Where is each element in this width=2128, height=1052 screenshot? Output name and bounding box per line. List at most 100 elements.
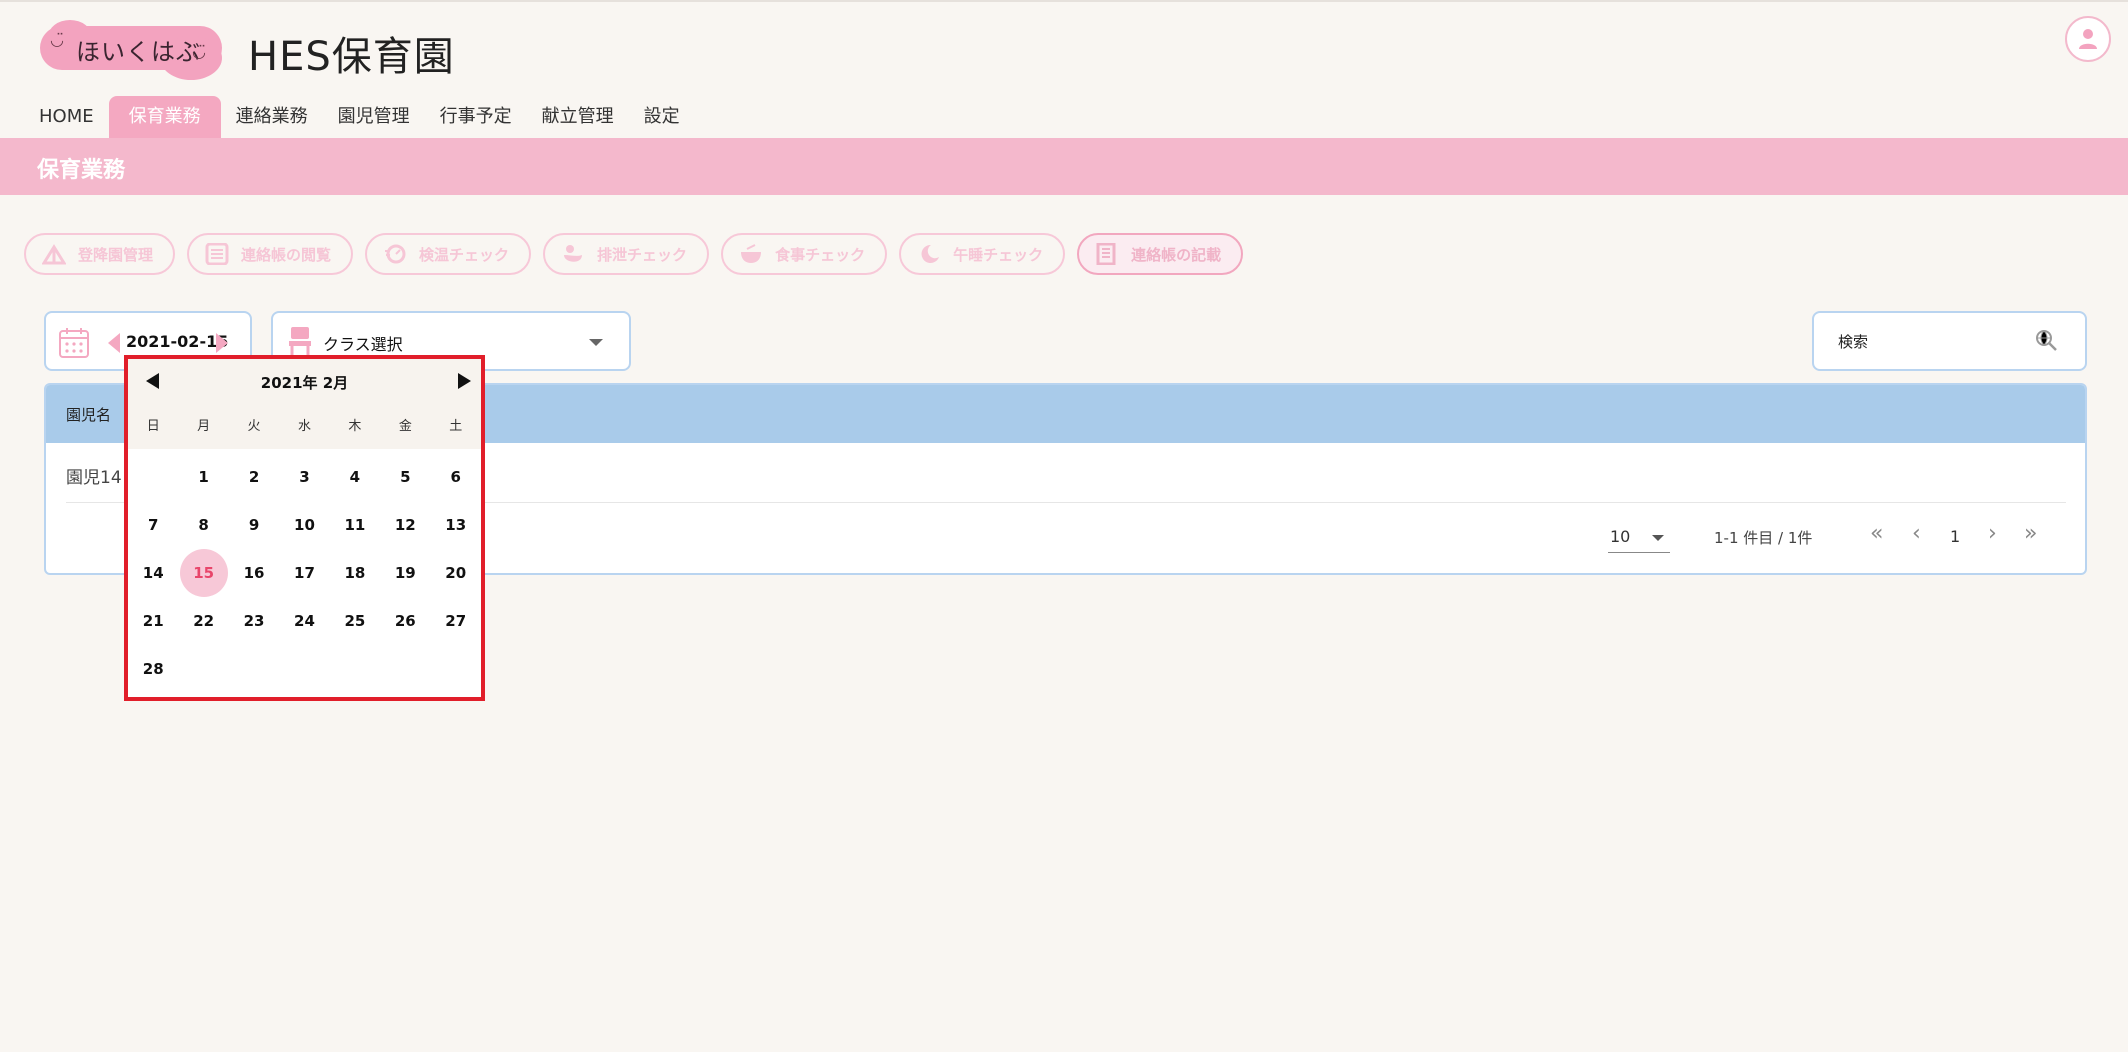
logo-smile-left: ◡̈ [50, 30, 64, 49]
day-number: 2 [248, 468, 260, 486]
nav-tab-settings[interactable]: 設定 [629, 96, 695, 138]
day-cell[interactable]: 13 [431, 501, 481, 549]
empty-day-cell [229, 645, 279, 693]
nav-tab-menu[interactable]: 献立管理 [527, 96, 629, 138]
day-cell[interactable]: 19 [380, 549, 430, 597]
action-label: 連絡帳の閲覧 [241, 245, 332, 264]
next-month-arrow-icon[interactable] [458, 373, 471, 389]
list-icon [205, 243, 229, 265]
day-cell[interactable]: 25 [330, 597, 380, 645]
prev-page-icon[interactable]: ‹ [1912, 521, 1921, 546]
day-number: 28 [142, 660, 164, 678]
thermometer-icon [385, 244, 406, 264]
nav-tab-children[interactable]: 園児管理 [323, 96, 425, 138]
day-cell[interactable]: 8 [178, 501, 228, 549]
day-cell[interactable]: 21 [128, 597, 178, 645]
day-cell[interactable]: 11 [330, 501, 380, 549]
selected-day-cell[interactable]: 15 [178, 549, 228, 597]
day-number: 12 [394, 516, 416, 534]
picker-day-grid: 1 2 3 4 5 6 7 8 9 10 11 12 13 14 15 16 17 18 19 20 21 22 23 24 2… [128, 453, 481, 693]
chevron-down-icon [1652, 535, 1664, 541]
attendance-button[interactable]: 登降園管理 [24, 233, 176, 275]
day-cell[interactable]: 10 [279, 501, 329, 549]
pagination-range: 1-1 件目 / 1件 [1714, 529, 1813, 547]
selected-date-value[interactable]: 2021-02-15 [126, 332, 228, 351]
day-cell[interactable]: 2 [229, 453, 279, 501]
day-cell[interactable]: 7 [128, 501, 178, 549]
day-number: 24 [294, 612, 315, 630]
day-cell[interactable]: 17 [279, 549, 329, 597]
per-page-value: 10 [1610, 527, 1631, 546]
main-nav: HOME 保育業務 連絡業務 園児管理 行事予定 献立管理 設定 [24, 96, 695, 138]
next-page-icon[interactable]: › [1988, 521, 1997, 546]
current-page[interactable]: 1 [1950, 527, 1960, 546]
calendar-icon [59, 328, 89, 358]
day-cell[interactable]: 22 [178, 597, 228, 645]
day-cell[interactable]: 18 [330, 549, 380, 597]
per-page-select[interactable]: 10 [1608, 523, 1670, 553]
empty-day-cell [330, 645, 380, 693]
day-number: 25 [344, 612, 366, 630]
first-page-icon[interactable]: « [1870, 521, 1883, 546]
nav-tab-events[interactable]: 行事予定 [425, 96, 527, 138]
weekday-label: 火 [247, 419, 261, 434]
day-cell[interactable]: 23 [229, 597, 279, 645]
day-cell[interactable]: 12 [380, 501, 430, 549]
day-cell[interactable]: 1 [178, 453, 228, 501]
day-cell[interactable]: 24 [279, 597, 329, 645]
day-number: 11 [344, 516, 366, 534]
duck-icon [564, 245, 583, 262]
day-cell[interactable]: 4 [330, 453, 380, 501]
class-select-label: クラス選択 [323, 335, 403, 354]
toilet-check-button[interactable]: 排泄チェック [543, 233, 710, 275]
action-label: 検温チェック [419, 245, 510, 264]
day-cell[interactable]: 5 [380, 453, 430, 501]
picker-week-row: 7 8 9 10 11 12 13 [128, 501, 481, 549]
day-number: 22 [193, 612, 215, 630]
nav-tab-childcare[interactable]: 保育業務 [108, 96, 221, 138]
action-bar: 登降園管理 連絡帳の閲覧 検温チェック 排泄チェック 食事チェック 午睡チェック… [24, 233, 1244, 275]
last-page-icon[interactable]: » [2024, 521, 2037, 546]
column-header-child-name[interactable]: 園児名 [66, 404, 111, 425]
day-cell[interactable]: 16 [229, 549, 279, 597]
nav-tab-communication[interactable]: 連絡業務 [221, 96, 323, 138]
search-input[interactable] [1838, 331, 2018, 353]
day-cell[interactable]: 20 [431, 549, 481, 597]
day-cell[interactable]: 6 [431, 453, 481, 501]
picker-month-label: 2021年 2月 [260, 374, 349, 392]
weekday-label: 土 [449, 419, 463, 434]
empty-day-cell [279, 645, 329, 693]
site-title: HES保育園 [248, 34, 455, 80]
day-cell[interactable]: 27 [431, 597, 481, 645]
day-cell[interactable]: 3 [279, 453, 329, 501]
next-day-arrow-icon[interactable] [216, 333, 228, 353]
prev-day-arrow-icon[interactable] [108, 333, 120, 353]
day-number: 14 [142, 564, 164, 582]
day-number: 15 [179, 549, 228, 597]
empty-day-cell [431, 645, 481, 693]
day-number: 9 [248, 516, 260, 534]
nav-tab-home[interactable]: HOME [24, 96, 109, 138]
day-cell[interactable]: 26 [380, 597, 430, 645]
bowl-icon [741, 244, 762, 263]
day-cell[interactable]: 28 [128, 645, 178, 693]
app-logo[interactable]: ◡̈ ほいくはぶ ◡̈ [40, 20, 222, 80]
gate-icon [42, 244, 66, 265]
search-icon[interactable] [2034, 328, 2058, 352]
view-notebook-button[interactable]: 連絡帳の閲覧 [187, 233, 354, 275]
meal-check-button[interactable]: 食事チェック [721, 233, 888, 275]
nap-check-button[interactable]: 午睡チェック [899, 233, 1066, 275]
write-notebook-button[interactable]: 連絡帳の記載 [1077, 233, 1244, 275]
logo-text: ほいくはぶ [76, 38, 201, 66]
day-number: 16 [243, 564, 265, 582]
day-cell[interactable]: 9 [229, 501, 279, 549]
day-number: 13 [445, 516, 467, 534]
action-label: 午睡チェック [953, 245, 1044, 264]
weekday-label: 水 [297, 419, 311, 434]
weekday-label: 日 [146, 419, 160, 434]
temperature-check-button[interactable]: 検温チェック [365, 233, 532, 275]
day-number: 8 [198, 516, 209, 534]
user-avatar-button[interactable] [2065, 16, 2111, 62]
day-cell[interactable]: 14 [128, 549, 178, 597]
date-picker-popup: 2021年 2月 日 月 火 水 木 金 土 1 2 3 4 5 6 7 8 9 10 11 12 13… [124, 355, 485, 701]
